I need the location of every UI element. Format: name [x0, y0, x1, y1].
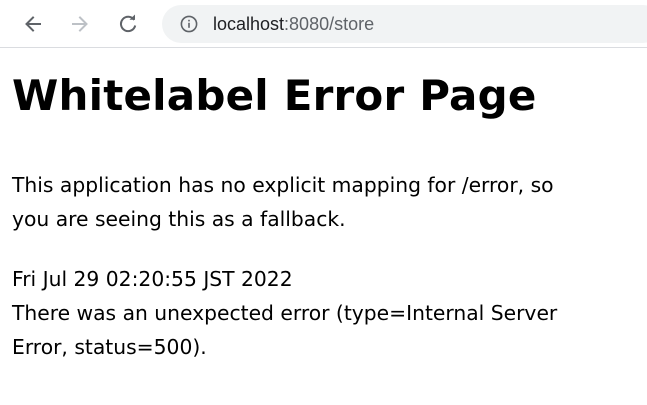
error-message-line: There was an unexpected error (type=Inte…: [12, 301, 558, 325]
url-text[interactable]: localhost:8080/store: [213, 13, 374, 35]
back-button[interactable]: [17, 8, 49, 40]
message-line: you are seeing this as a fallback.: [12, 207, 346, 231]
browser-toolbar: localhost:8080/store: [0, 0, 647, 48]
address-bar[interactable]: localhost:8080/store: [162, 5, 647, 43]
back-arrow-icon: [25, 16, 41, 32]
reload-button[interactable]: [112, 8, 144, 40]
error-details: Fri Jul 29 02:20:55 JST 2022 There was a…: [12, 262, 647, 364]
error-message-line: Error, status=500).: [12, 335, 207, 359]
forward-button[interactable]: [64, 8, 96, 40]
url-host: localhost: [213, 14, 285, 34]
page-title: Whitelabel Error Page: [12, 71, 537, 120]
error-timestamp: Fri Jul 29 02:20:55 JST 2022: [12, 267, 293, 291]
url-path: :8080/store: [284, 14, 375, 34]
reload-icon: [120, 14, 137, 33]
info-icon[interactable]: [180, 15, 198, 33]
fallback-message: This application has no explicit mapping…: [12, 168, 647, 236]
forward-arrow-icon: [72, 16, 88, 32]
message-line: This application has no explicit mapping…: [12, 173, 554, 197]
